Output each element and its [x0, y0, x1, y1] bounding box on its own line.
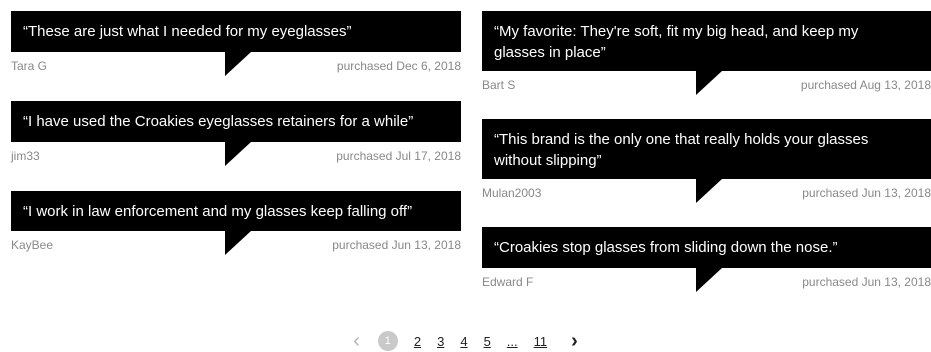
page-link-3[interactable]: 3	[437, 334, 444, 349]
review-author: Bart S	[482, 78, 516, 92]
review-quote: “I have used the Croakies eyeglasses ret…	[23, 113, 414, 130]
review-meta: Edward F purchased Jun 13, 2018	[482, 275, 931, 289]
review-date: purchased Jul 17, 2018	[336, 149, 461, 163]
review-quote-bubble: “Croakies stop glasses from sliding down…	[482, 227, 931, 268]
review-author: Tara G	[11, 59, 48, 73]
review-quote: “I work in law enforcement and my glasse…	[23, 203, 413, 220]
review-quote: “Croakies stop glasses from sliding down…	[494, 239, 838, 256]
review-quote-bubble: “I have used the Croakies eyeglasses ret…	[11, 101, 461, 142]
review-quote: “This brand is the only one that really …	[494, 131, 869, 169]
review-quote: “These are just what I needed for my eye…	[23, 23, 352, 40]
review-card: “My favorite: They're soft, fit my big h…	[482, 11, 931, 95]
review-date: purchased Jun 13, 2018	[332, 238, 461, 252]
review-author: KayBee	[11, 238, 54, 252]
page-link-4[interactable]: 4	[460, 334, 467, 349]
review-meta: jim33 purchased Jul 17, 2018	[11, 149, 461, 163]
page-current: 1	[377, 331, 398, 351]
review-quote-bubble: “This brand is the only one that really …	[482, 119, 931, 179]
chevron-right-icon[interactable]: ›	[571, 331, 578, 351]
review-card: “These are just what I needed for my eye…	[11, 11, 461, 76]
pagination: ‹ 1 2 3 4 5 ... 11 ›	[0, 331, 931, 351]
page-link-ellipsis[interactable]: ...	[507, 334, 518, 349]
review-meta: Mulan2003 purchased Jun 13, 2018	[482, 186, 931, 200]
review-author: Edward F	[482, 275, 534, 289]
review-card: “I work in law enforcement and my glasse…	[11, 191, 461, 255]
chevron-left-icon[interactable]: ‹	[353, 331, 360, 351]
review-quote-bubble: “My favorite: They're soft, fit my big h…	[482, 11, 931, 71]
review-date: purchased Aug 13, 2018	[800, 78, 931, 92]
review-quote-bubble: “These are just what I needed for my eye…	[11, 11, 461, 52]
review-author: jim33	[11, 149, 40, 163]
review-card: “This brand is the only one that really …	[482, 119, 931, 203]
review-date: purchased Dec 6, 2018	[336, 59, 461, 73]
review-card: “I have used the Croakies eyeglasses ret…	[11, 101, 461, 166]
review-meta: Bart S purchased Aug 13, 2018	[482, 78, 931, 92]
review-card: “Croakies stop glasses from sliding down…	[482, 227, 931, 292]
review-date: purchased Jun 13, 2018	[802, 275, 931, 289]
review-author: Mulan2003	[482, 186, 542, 200]
review-quote-bubble: “I work in law enforcement and my glasse…	[11, 191, 461, 231]
review-meta: KayBee purchased Jun 13, 2018	[11, 238, 461, 252]
review-quote: “My favorite: They're soft, fit my big h…	[494, 23, 859, 61]
page-link-11[interactable]: 11	[534, 334, 548, 349]
page-link-5[interactable]: 5	[484, 334, 491, 349]
review-meta: Tara G purchased Dec 6, 2018	[11, 59, 461, 73]
page-link-2[interactable]: 2	[414, 334, 421, 349]
review-date: purchased Jun 13, 2018	[802, 186, 931, 200]
